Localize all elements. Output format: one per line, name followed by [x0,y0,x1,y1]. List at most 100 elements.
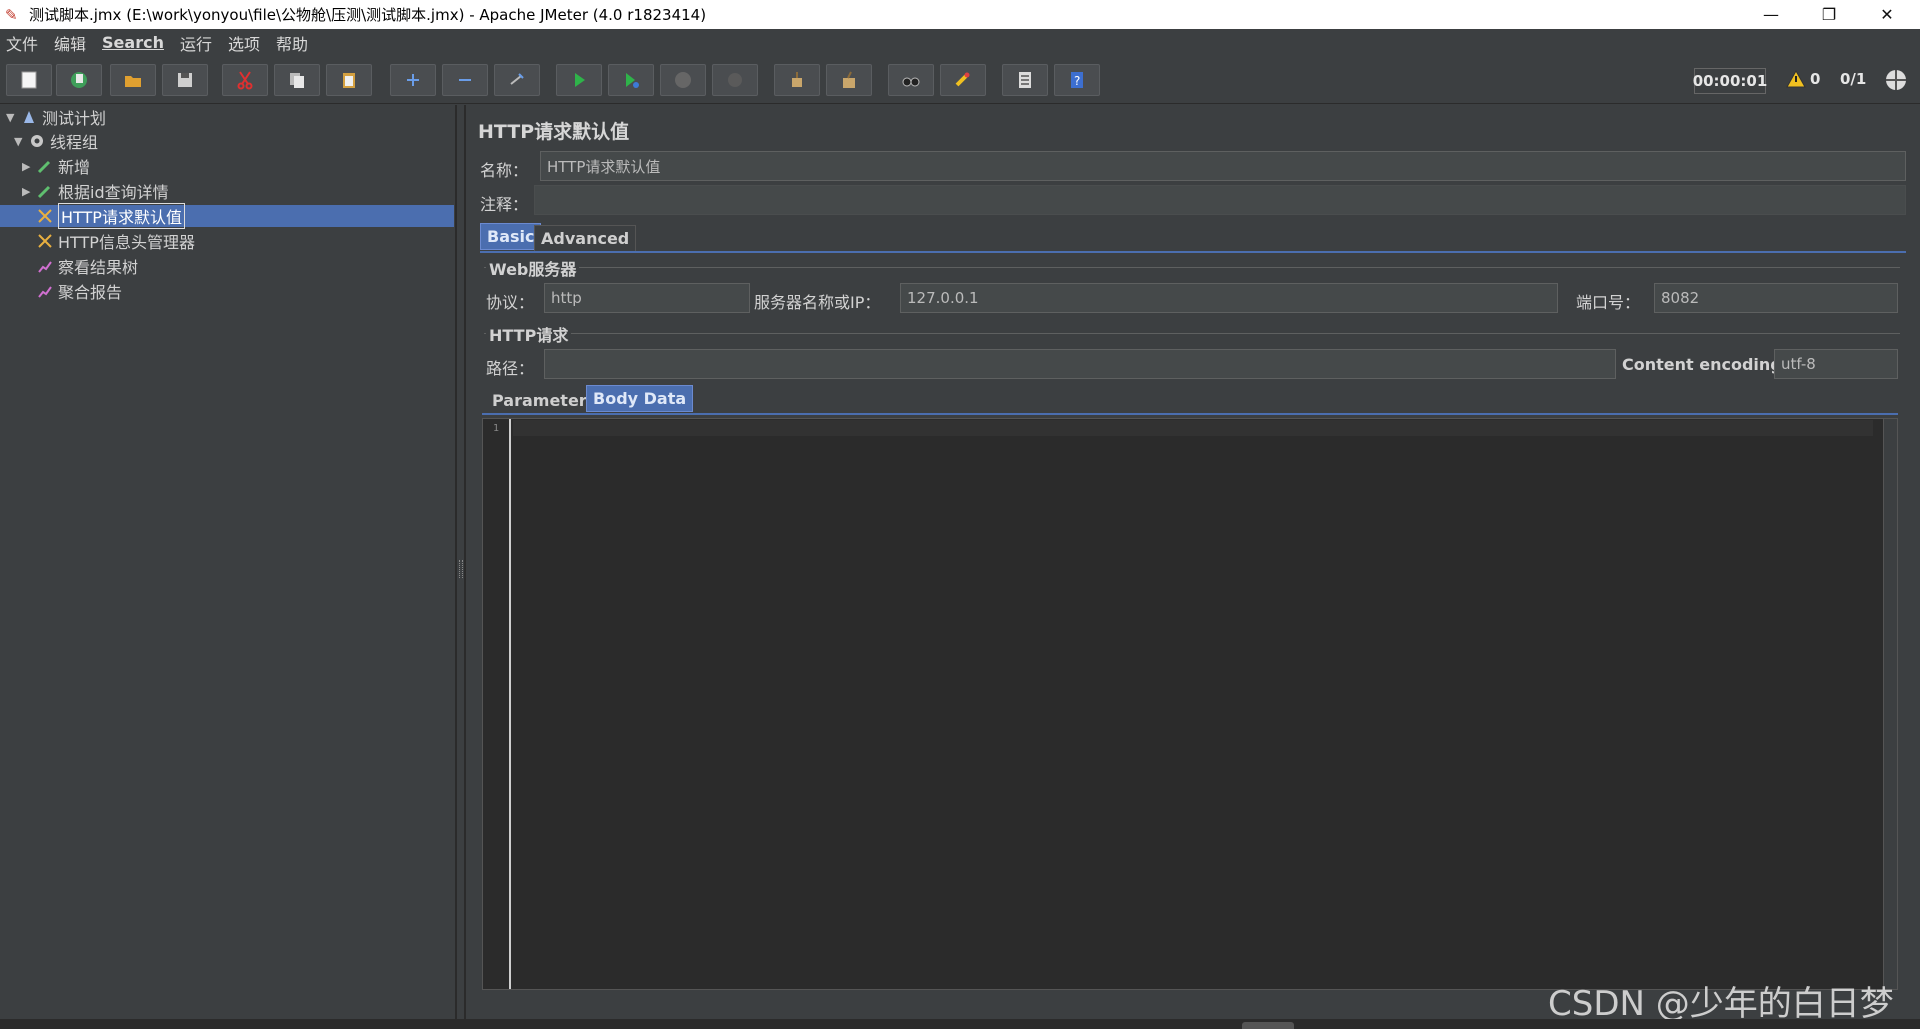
panel-splitter[interactable] [456,105,464,1019]
tab-body-data[interactable]: Body Data [586,385,694,412]
tree-node-results-tree[interactable]: 察看结果树 [36,255,138,277]
clear-button[interactable] [774,64,820,96]
function-helper-button[interactable] [1002,64,1048,96]
thread-count: 0/1 [1840,70,1867,88]
warning-count: 0 [1810,70,1821,88]
name-field[interactable]: HTTP请求默认值 [540,151,1906,181]
config-tools-icon [36,207,54,225]
list-icon [1019,72,1031,88]
cut-button[interactable] [222,64,268,96]
help-button[interactable]: ? [1054,64,1100,96]
tab-parameters[interactable]: Parameters [486,387,603,414]
remote-globe-icon[interactable] [1884,68,1908,92]
menu-help[interactable]: 帮助 [276,31,308,55]
help-question-icon: ? [1071,72,1083,88]
warning-indicator[interactable]: 0 [1786,70,1820,88]
new-button[interactable] [6,64,52,96]
reset-search-button[interactable] [940,64,986,96]
tree-label: 测试计划 [42,109,107,128]
tree-label: 根据id查询详情 [58,183,169,202]
save-button[interactable] [162,64,208,96]
watermark: CSDN @少年的白日梦 [1548,984,1894,1024]
server-label: 服务器名称或IP： [754,293,881,312]
path-label: 路径： [486,359,535,378]
menu-run[interactable]: 运行 [180,31,212,55]
config-tools-icon [36,232,54,250]
listener-chart-icon [36,282,54,300]
bottom-edge [0,1019,1920,1029]
restore-button[interactable]: ❐ [1800,0,1858,29]
svg-text:?: ? [1074,74,1080,88]
plus-icon [407,74,419,86]
start-button[interactable] [556,64,602,96]
elapsed-timer: 00:00:01 [1693,68,1767,94]
test-plan-tree: ▼ 测试计划 ▼ 线程组 ▶ 新增 ▶ 根据id查询详情 HTTP请求默认值 H… [0,105,456,1019]
bottom-handle [1242,1022,1294,1029]
paste-button[interactable] [326,64,372,96]
play-icon [575,73,585,87]
tree-node-aggregate-report[interactable]: 聚合报告 [36,280,122,302]
minimize-button[interactable]: — [1742,0,1800,29]
templates-button[interactable] [56,64,102,96]
body-data-editor[interactable]: 1 [482,418,1898,990]
collapse-arrow-icon[interactable]: ▶ [22,160,36,173]
stop-icon [675,72,691,88]
encoding-field[interactable]: utf-8 [1774,349,1898,379]
new-file-icon [21,71,37,89]
web-server-group-title: Web服务器 [486,256,580,280]
encoding-label: Content encoding: [1622,355,1789,374]
protocol-field[interactable]: http [544,283,750,313]
expand-arrow-icon[interactable]: ▼ [6,111,20,124]
broom-icon [792,72,802,87]
tree-node-header-manager[interactable]: HTTP信息头管理器 [36,230,195,252]
stop-button[interactable] [660,64,706,96]
menu-edit[interactable]: 编辑 [54,31,86,55]
server-field[interactable]: 127.0.0.1 [900,283,1558,313]
menu-bar: 文件 编辑 Search 运行 选项 帮助 [0,29,1920,56]
path-field[interactable] [544,349,1616,379]
subtab-underline [482,413,1898,415]
tree-node-query-by-id[interactable]: ▶ 根据id查询详情 [22,180,169,202]
start-no-pauses-button[interactable] [608,64,654,96]
menu-file[interactable]: 文件 [6,31,38,55]
tree-label: HTTP请求默认值 [58,203,185,229]
warning-triangle-icon [1786,70,1806,88]
port-field[interactable]: 8082 [1654,283,1898,313]
menu-search[interactable]: Search [102,33,164,52]
port-label: 端口号： [1576,293,1641,312]
open-button[interactable] [110,64,156,96]
menu-options[interactable]: 选项 [228,31,260,55]
editor-scrollbar[interactable] [1883,419,1897,989]
tab-basic[interactable]: Basic [480,223,542,250]
tree-label: 察看结果树 [58,258,139,277]
minus-icon [459,79,471,81]
scissors-icon [237,71,253,90]
toggle-button[interactable] [494,64,540,96]
collapse-all-button[interactable] [442,64,488,96]
tree-label: HTTP信息头管理器 [58,233,195,252]
tree-node-http-defaults[interactable]: HTTP请求默认值 [0,203,454,229]
expand-arrow-icon[interactable]: ▼ [14,135,28,148]
close-button[interactable]: ✕ [1858,0,1916,29]
play-no-timers-icon [626,73,639,88]
clear-all-button[interactable] [826,64,872,96]
comment-field[interactable] [534,185,1906,215]
search-button[interactable] [888,64,934,96]
window-title: 测试脚本.jmx (E:\work\yonyou\file\公物舱\压测\测试脚… [29,6,707,24]
listener-chart-icon [36,257,54,275]
expand-all-button[interactable] [390,64,436,96]
copy-button[interactable] [274,64,320,96]
sampler-pen-icon [36,157,54,175]
binoculars-icon [902,77,920,87]
splitter-grip[interactable] [459,560,463,578]
tab-advanced[interactable]: Advanced [534,225,637,252]
tree-node-test-plan[interactable]: ▼ 测试计划 [6,106,106,128]
paste-clipboard-icon [343,73,355,88]
templates-icon [71,72,87,88]
tree-node-thread-group[interactable]: ▼ 线程组 [14,130,98,152]
collapse-arrow-icon[interactable]: ▶ [22,185,36,198]
shutdown-button[interactable] [712,64,758,96]
divider [464,105,466,1019]
broom-all-icon [843,71,855,88]
tree-node-add-sampler[interactable]: ▶ 新增 [22,155,90,177]
